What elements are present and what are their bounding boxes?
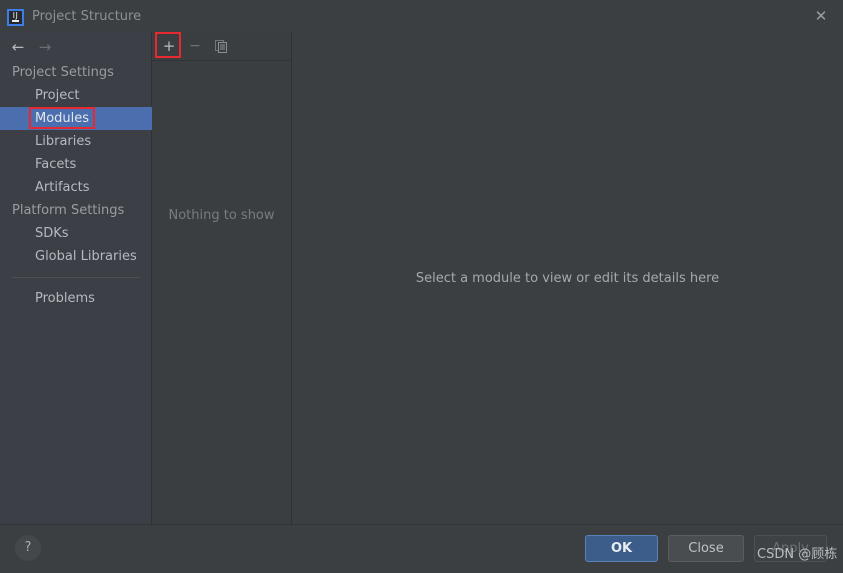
project-structure-dialog: IJ Project Structure ✕ ← → Project Setti… xyxy=(0,0,843,573)
modules-toolbar: + − xyxy=(152,32,291,61)
modules-list-panel: + − Nothing to show xyxy=(152,32,292,524)
sidebar-item-sdks[interactable]: SDKs xyxy=(0,222,152,245)
sidebar-item-global-libraries[interactable]: Global Libraries xyxy=(0,245,152,268)
sidebar-item-libraries[interactable]: Libraries xyxy=(0,130,152,153)
arrow-right-icon[interactable]: → xyxy=(34,38,56,56)
help-button[interactable]: ? xyxy=(15,535,41,561)
add-module-button[interactable]: + xyxy=(158,36,180,57)
close-button[interactable]: Close xyxy=(668,535,744,562)
module-details-placeholder: Select a module to view or edit its deta… xyxy=(415,271,720,286)
tree-group-project-settings: Project Settings xyxy=(12,65,114,80)
remove-module-button[interactable]: − xyxy=(184,36,206,57)
logo-underline xyxy=(12,20,19,22)
tree-group-platform-settings: Platform Settings xyxy=(12,203,125,218)
intellij-logo-icon: IJ xyxy=(7,9,24,26)
empty-list-message: Nothing to show xyxy=(168,208,275,223)
dialog-footer: ? OK Close Apply xyxy=(0,524,843,573)
arrow-left-icon[interactable]: ← xyxy=(7,38,29,56)
sidebar-item-artifacts[interactable]: Artifacts xyxy=(0,176,152,199)
navigation-bar: ← → xyxy=(0,32,152,61)
copy-icon[interactable] xyxy=(210,36,232,57)
apply-button[interactable]: Apply xyxy=(754,535,827,562)
sidebar-item-facets[interactable]: Facets xyxy=(0,153,152,176)
logo-letters: IJ xyxy=(12,11,19,20)
sidebar-item-problems[interactable]: Problems xyxy=(0,287,152,310)
sidebar-item-project[interactable]: Project xyxy=(0,84,152,107)
settings-tree: Project Settings Project Modules Librari… xyxy=(0,61,152,310)
title-bar: IJ Project Structure ✕ xyxy=(0,0,843,33)
module-details-panel: Select a module to view or edit its deta… xyxy=(292,32,843,524)
window-title: Project Structure xyxy=(32,9,142,24)
ok-button[interactable]: OK xyxy=(585,535,658,562)
close-icon[interactable]: ✕ xyxy=(799,0,843,32)
sidebar-item-modules[interactable]: Modules xyxy=(0,107,152,130)
settings-sidebar: ← → Project Settings Project Modules Lib… xyxy=(0,32,152,524)
sidebar-divider xyxy=(12,277,140,278)
